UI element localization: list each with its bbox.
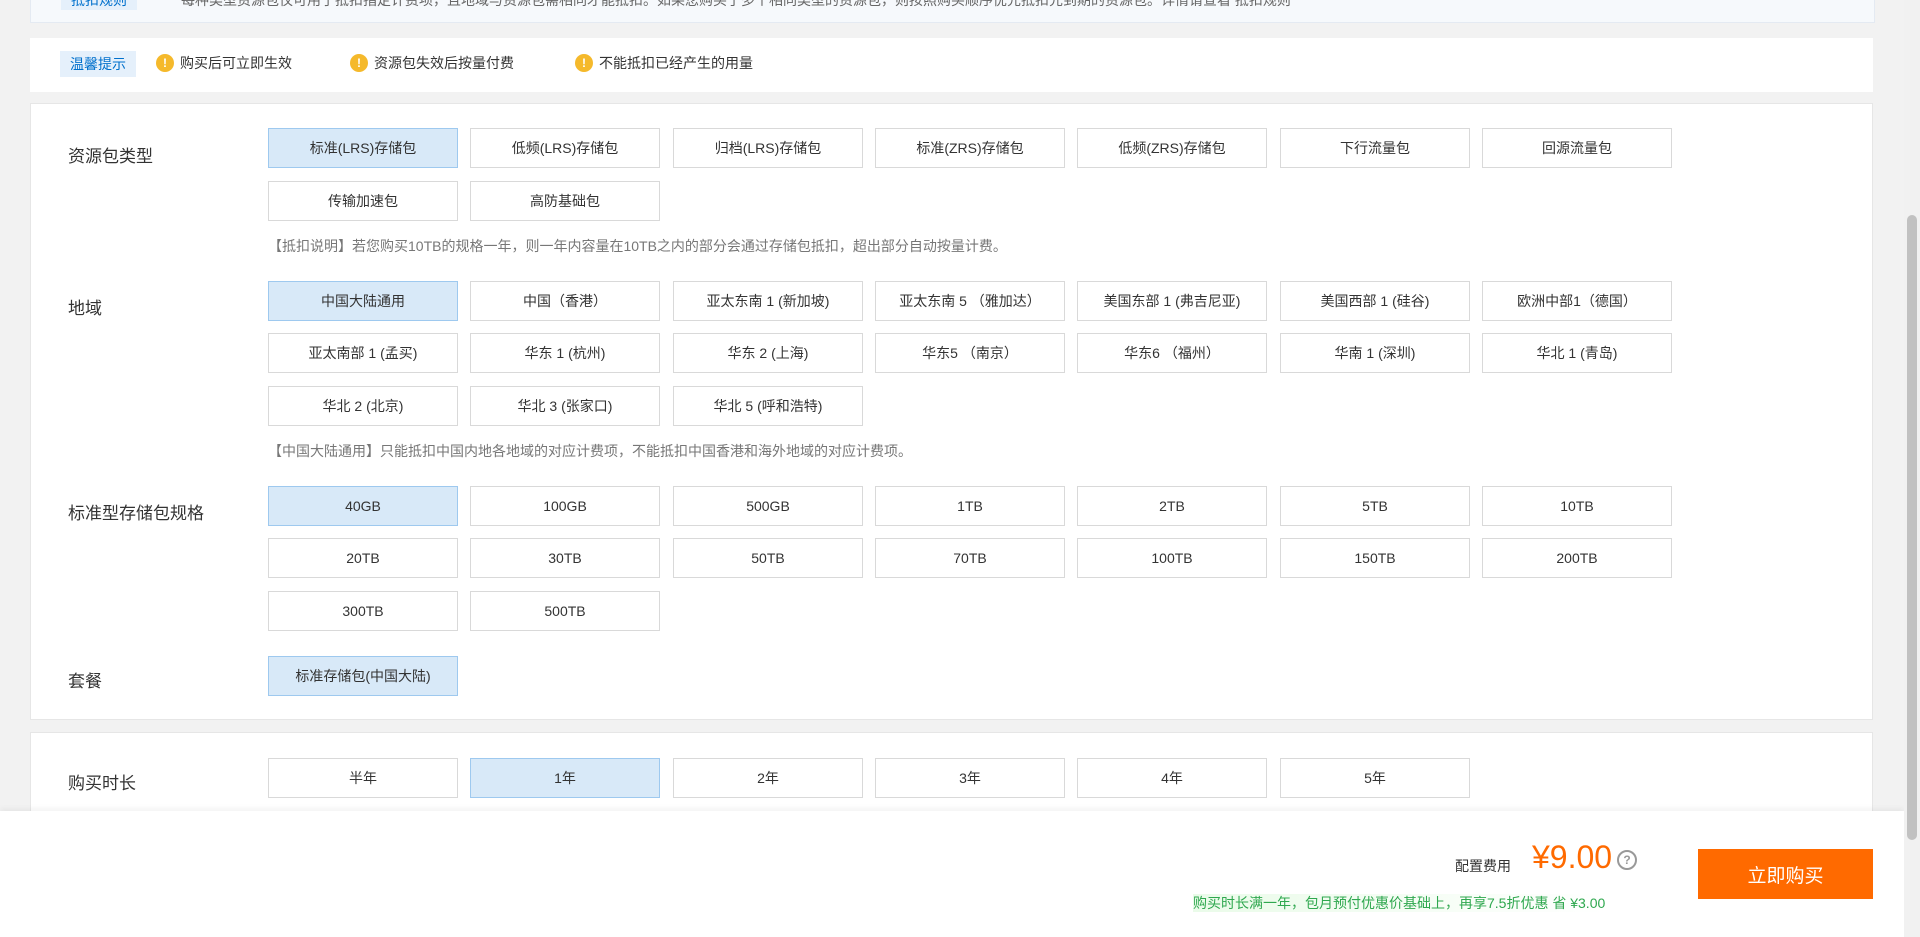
option-spec-20tb[interactable]: 20TB	[268, 538, 458, 578]
option-spec-300tb[interactable]: 300TB	[268, 591, 458, 631]
option-region-zhangjiakou[interactable]: 华北 3 (张家口)	[470, 386, 660, 426]
option-region-hongkong[interactable]: 中国（香港）	[470, 281, 660, 321]
option-duration-2-year[interactable]: 2年	[673, 758, 863, 798]
option-duration-half-year[interactable]: 半年	[268, 758, 458, 798]
option-spec-200tb[interactable]: 200TB	[1482, 538, 1672, 578]
option-region-germany[interactable]: 欧洲中部1（德国）	[1482, 281, 1672, 321]
option-region-shanghai[interactable]: 华东 2 (上海)	[673, 333, 863, 373]
option-region-qingdao[interactable]: 华北 1 (青岛)	[1482, 333, 1672, 373]
tip-item: ! 购买后可立即生效	[156, 53, 292, 73]
price: ¥9.00	[1532, 839, 1613, 875]
tip-text: 资源包失效后按量付费	[374, 55, 514, 71]
option-plan-standard[interactable]: 标准存储包(中国大陆)	[268, 656, 458, 696]
option-spec-2tb[interactable]: 2TB	[1077, 486, 1267, 526]
option-duration-4-year[interactable]: 4年	[1077, 758, 1267, 798]
spec-label: 标准型存储包规格	[68, 504, 204, 523]
warning-icon: !	[575, 54, 593, 72]
tip-text: 不能抵扣已经产生的用量	[599, 55, 753, 71]
option-region-beijing[interactable]: 华北 2 (北京)	[268, 386, 458, 426]
option-package-ia-zrs[interactable]: 低频(ZRS)存储包	[1077, 128, 1267, 168]
option-package-std-zrs[interactable]: 标准(ZRS)存储包	[875, 128, 1065, 168]
option-package-ia-lrs[interactable]: 低频(LRS)存储包	[470, 128, 660, 168]
buy-now-button[interactable]: 立即购买	[1698, 849, 1873, 899]
purchase-bar: 配置费用 ¥9.00 ? 购买时长满一年，包月预付优惠价基础上，再享7.5折优惠…	[0, 811, 1904, 937]
option-spec-50tb[interactable]: 50TB	[673, 538, 863, 578]
notice-text: 每种类型资源包仅可用于抵扣指定计费项，且地域与资源包需相同才能抵扣。如果您购买了…	[181, 0, 1291, 8]
duration-label: 购买时长	[68, 774, 136, 793]
option-region-virginia[interactable]: 美国东部 1 (弗吉尼亚)	[1077, 281, 1267, 321]
option-spec-40gb[interactable]: 40GB	[268, 486, 458, 526]
option-spec-5tb[interactable]: 5TB	[1280, 486, 1470, 526]
option-duration-5-year[interactable]: 5年	[1280, 758, 1470, 798]
option-region-singapore[interactable]: 亚太东南 1 (新加坡)	[673, 281, 863, 321]
option-package-ddos[interactable]: 高防基础包	[470, 181, 660, 221]
region-label: 地域	[68, 299, 102, 318]
option-duration-1-year[interactable]: 1年	[470, 758, 660, 798]
option-package-downstream[interactable]: 下行流量包	[1280, 128, 1470, 168]
tip-item: ! 资源包失效后按量付费	[350, 53, 514, 73]
option-region-hohhot[interactable]: 华北 5 (呼和浩特)	[673, 386, 863, 426]
tip-text: 购买后可立即生效	[180, 55, 292, 71]
option-spec-10tb[interactable]: 10TB	[1482, 486, 1672, 526]
vertical-scrollbar[interactable]	[1904, 0, 1920, 937]
option-spec-100tb[interactable]: 100TB	[1077, 538, 1267, 578]
option-spec-70tb[interactable]: 70TB	[875, 538, 1065, 578]
option-spec-1tb[interactable]: 1TB	[875, 486, 1065, 526]
option-spec-500gb[interactable]: 500GB	[673, 486, 863, 526]
option-spec-30tb[interactable]: 30TB	[470, 538, 660, 578]
option-region-shenzhen[interactable]: 华南 1 (深圳)	[1280, 333, 1470, 373]
option-package-origin[interactable]: 回源流量包	[1482, 128, 1672, 168]
option-region-silicon-valley[interactable]: 美国西部 1 (硅谷)	[1280, 281, 1470, 321]
option-spec-150tb[interactable]: 150TB	[1280, 538, 1470, 578]
page-scroll-area: 抵扣规则 每种类型资源包仅可用于抵扣指定计费项，且地域与资源包需相同才能抵扣。如…	[0, 0, 1904, 811]
option-region-jakarta[interactable]: 亚太东南 5 （雅加达）	[875, 281, 1065, 321]
tip-item: ! 不能抵扣已经产生的用量	[575, 53, 753, 73]
option-region-hangzhou[interactable]: 华东 1 (杭州)	[470, 333, 660, 373]
plan-label: 套餐	[68, 672, 102, 691]
fee-label: 配置费用	[1455, 858, 1511, 874]
option-region-fuzhou[interactable]: 华东6 （福州）	[1077, 333, 1267, 373]
option-region-mainland[interactable]: 中国大陆通用	[268, 281, 458, 321]
option-region-mumbai[interactable]: 亚太南部 1 (孟买)	[268, 333, 458, 373]
option-duration-3-year[interactable]: 3年	[875, 758, 1065, 798]
package-type-label: 资源包类型	[68, 147, 153, 166]
option-spec-500tb[interactable]: 500TB	[470, 591, 660, 631]
duration-panel: 购买时长 半年 1年 2年 3年 4年 5年	[30, 732, 1873, 811]
deduction-notice: 抵扣规则 每种类型资源包仅可用于抵扣指定计费项，且地域与资源包需相同才能抵扣。如…	[30, 0, 1875, 23]
option-package-std-lrs[interactable]: 标准(LRS)存储包	[268, 128, 458, 168]
config-panel: 资源包类型 标准(LRS)存储包 低频(LRS)存储包 归档(LRS)存储包 标…	[30, 103, 1873, 720]
option-package-acceleration[interactable]: 传输加速包	[268, 181, 458, 221]
option-package-archive-lrs[interactable]: 归档(LRS)存储包	[673, 128, 863, 168]
warning-icon: !	[156, 54, 174, 72]
question-circle-icon[interactable]: ?	[1617, 850, 1637, 870]
warning-icon: !	[350, 54, 368, 72]
region-note: 【中国大陆通用】只能抵扣中国内地各地域的对应计费项，不能抵扣中国香港和海外地域的…	[268, 443, 912, 459]
scrollbar-thumb[interactable]	[1907, 215, 1917, 840]
option-spec-100gb[interactable]: 100GB	[470, 486, 660, 526]
tips-bar: 温馨提示 ! 购买后可立即生效 ! 资源包失效后按量付费 ! 不能抵扣已经产生的…	[30, 38, 1873, 92]
promo-text: 购买时长满一年，包月预付优惠价基础上，再享7.5折优惠 省 ¥3.00	[1193, 894, 1606, 912]
tips-label: 温馨提示	[60, 51, 136, 77]
notice-badge: 抵扣规则	[61, 0, 137, 10]
option-region-nanjing[interactable]: 华东5 （南京）	[875, 333, 1065, 373]
package-type-note: 【抵扣说明】若您购买10TB的规格一年，则一年内容量在10TB之内的部分会通过存…	[268, 238, 1007, 254]
